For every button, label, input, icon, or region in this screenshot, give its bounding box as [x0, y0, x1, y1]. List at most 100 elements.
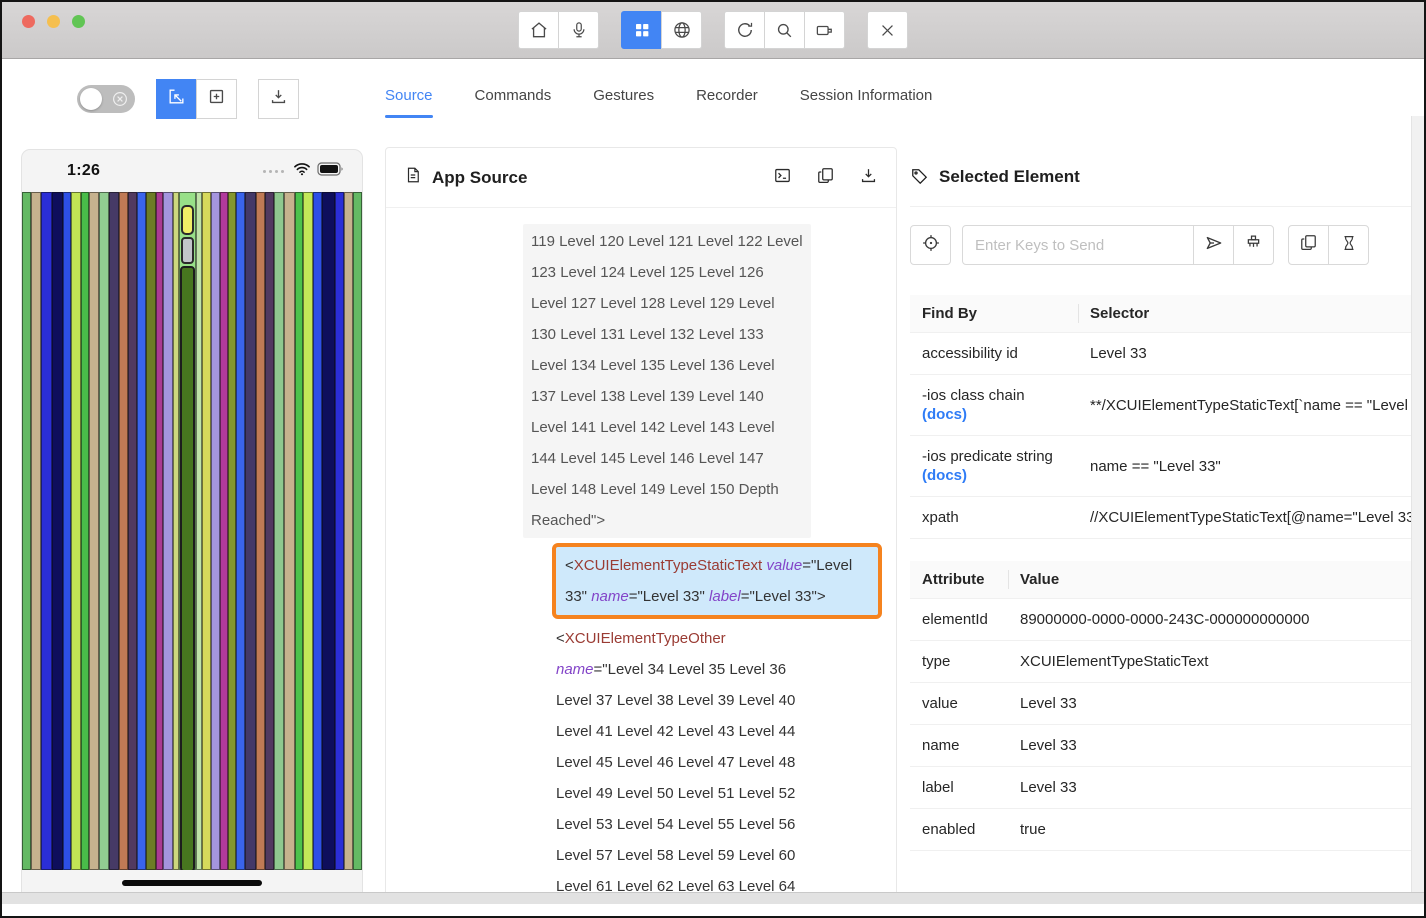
- attribute-name: name: [910, 725, 1008, 767]
- refresh-icon: [735, 20, 755, 40]
- tab-recorder[interactable]: Recorder: [696, 87, 758, 118]
- send-keys-button[interactable]: [1193, 225, 1234, 265]
- find-by-header: Find By: [910, 295, 1078, 333]
- player-yellow-block: [181, 205, 194, 235]
- download-icon: [269, 87, 288, 111]
- copy-icon: [1299, 233, 1318, 257]
- docs-link[interactable]: (docs): [922, 467, 967, 484]
- color-stripe: [353, 192, 362, 870]
- tab-gestures[interactable]: Gestures: [593, 87, 654, 118]
- copy-attributes-button[interactable]: [1288, 225, 1329, 265]
- find-by-selector: //XCUIElementTypeStaticText[@name="Level…: [1078, 497, 1416, 539]
- toggle-knob: [80, 88, 102, 110]
- wait-for-element-button[interactable]: [1328, 225, 1369, 265]
- color-stripe: [211, 192, 220, 870]
- color-stripe: [163, 192, 173, 870]
- find-by-row: -ios predicate string(docs)name == "Leve…: [910, 436, 1416, 497]
- color-stripe: [99, 192, 109, 870]
- swipe-coordinates-button[interactable]: [196, 79, 237, 119]
- document-icon: [404, 165, 422, 190]
- selector-header: Selector: [1078, 295, 1416, 333]
- record-button[interactable]: [804, 11, 845, 49]
- color-stripe: [295, 192, 304, 870]
- find-by-selector: name == "Level 33": [1078, 436, 1416, 497]
- color-stripe: [236, 192, 246, 870]
- appium-inspector-window: 1:26 Source Commands Gestures Recorder Sessi…: [0, 0, 1426, 918]
- cellular-signal-icon: [263, 170, 284, 173]
- xml-attribute-name: name: [556, 661, 594, 678]
- terminal-icon: [773, 166, 792, 190]
- tab-session-information[interactable]: Session Information: [800, 87, 933, 118]
- tab-source[interactable]: Source: [385, 87, 433, 118]
- search-source-button[interactable]: [773, 166, 792, 190]
- docs-link[interactable]: (docs): [922, 406, 967, 423]
- close-icon: [879, 22, 896, 39]
- device-screenshot[interactable]: 1:26: [22, 150, 362, 902]
- microphone-button[interactable]: [558, 11, 599, 49]
- source-selected-node[interactable]: <XCUIElementTypeStaticText value="Level …: [552, 543, 882, 619]
- attribute-name: type: [910, 641, 1008, 683]
- plus-box-icon: [207, 87, 226, 111]
- scrollbar-track[interactable]: [1411, 116, 1424, 892]
- phone-screen[interactable]: [22, 192, 362, 870]
- player-well-stripe: [179, 192, 196, 870]
- attribute-row: typeXCUIElementTypeStaticText: [910, 641, 1416, 683]
- color-stripe: [322, 192, 335, 870]
- xml-tag-name: XCUIElementTypeOther: [565, 630, 726, 647]
- search-button[interactable]: [764, 11, 805, 49]
- video-camera-icon: [814, 21, 835, 40]
- toggle-off-icon: [111, 90, 129, 113]
- send-keys-input[interactable]: [962, 225, 1194, 265]
- value-header: Value: [1008, 561, 1416, 599]
- color-stripe: [256, 192, 265, 870]
- tab-commands[interactable]: Commands: [475, 87, 552, 118]
- window-titlebar: [2, 2, 1424, 59]
- locate-element-button[interactable]: [910, 225, 951, 265]
- attribute-value: 89000000-0000-0000-243C-000000000000: [1008, 599, 1416, 641]
- download-icon: [859, 166, 878, 190]
- find-by-selector: **/XCUIElementTypeStaticText[`name == "L…: [1078, 375, 1416, 436]
- color-stripe: [109, 192, 120, 870]
- player-gray-block: [181, 237, 194, 264]
- color-stripe: [31, 192, 42, 870]
- color-stripe: [137, 192, 146, 870]
- copy-source-button[interactable]: [816, 166, 835, 190]
- mjpeg-toggle[interactable]: [77, 85, 135, 113]
- find-by-strategy: xpath: [910, 497, 1078, 539]
- home-button[interactable]: [518, 11, 559, 49]
- find-by-strategy: -ios predicate string(docs): [910, 436, 1078, 497]
- color-stripe: [228, 192, 235, 870]
- attribute-name: value: [910, 683, 1008, 725]
- attribute-value: Level 33: [1008, 767, 1416, 809]
- color-stripe: [81, 192, 90, 870]
- send-icon: [1204, 233, 1224, 258]
- native-mode-button[interactable]: [621, 11, 662, 49]
- main-content: 1:26 Source Commands Gestures Recorder Sessi…: [2, 59, 1424, 904]
- color-stripe: [344, 192, 354, 870]
- search-icon: [775, 21, 794, 40]
- select-elements-button[interactable]: [156, 79, 197, 119]
- clear-keys-button[interactable]: [1233, 225, 1274, 265]
- select-cursor-icon: [167, 87, 186, 111]
- color-stripe: [274, 192, 284, 870]
- find-by-selector: Level 33: [1078, 333, 1416, 375]
- inspector-tabs: Source Commands Gestures Recorder Session In…: [385, 87, 932, 118]
- app-source-header: App Source: [386, 148, 896, 208]
- download-source-button[interactable]: [859, 166, 878, 190]
- attribute-row: nameLevel 33: [910, 725, 1416, 767]
- xml-attribute-name: value: [766, 557, 802, 574]
- color-stripe: [303, 192, 313, 870]
- find-by-strategy: accessibility id: [910, 333, 1078, 375]
- find-by-strategy: -ios class chain(docs): [910, 375, 1078, 436]
- source-parent-node-text[interactable]: 119 Level 120 Level 121 Level 122 Level …: [523, 224, 811, 538]
- color-stripe: [41, 192, 52, 870]
- find-by-table: Find By Selector accessibility idLevel 3…: [910, 295, 1416, 539]
- web-mode-button[interactable]: [661, 11, 702, 49]
- download-screenshot-button[interactable]: [258, 79, 299, 119]
- source-sibling-node[interactable]: <XCUIElementTypeOther name="Level 34 Lev…: [556, 623, 814, 899]
- refresh-button[interactable]: [724, 11, 765, 49]
- color-stripe: [156, 192, 163, 870]
- source-tree[interactable]: 119 Level 120 Level 121 Level 122 Level …: [386, 208, 896, 899]
- battery-icon: [317, 162, 344, 181]
- quit-session-button[interactable]: [867, 11, 908, 49]
